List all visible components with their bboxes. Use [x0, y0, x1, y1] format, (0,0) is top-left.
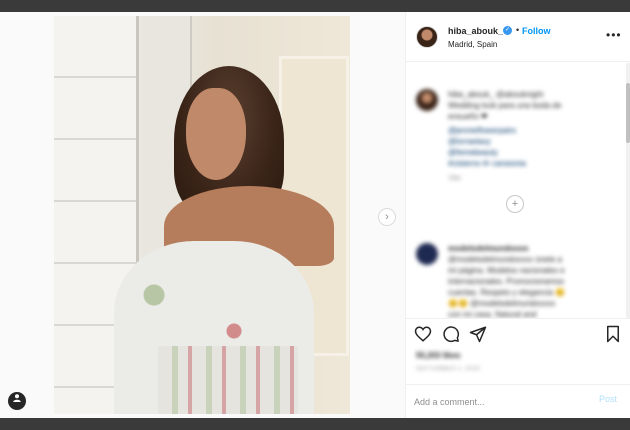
bookmark-icon[interactable]	[604, 325, 622, 343]
comment-icon[interactable]	[442, 325, 460, 343]
caption-line: @femebeauty	[448, 148, 498, 157]
add-comment-bar: Post	[406, 384, 630, 418]
verified-icon: ✓	[503, 26, 512, 35]
comment-line: con mi casa. Natural and	[448, 310, 537, 318]
comment-line: @modelsdelmundoxxxx únete a	[448, 255, 562, 264]
post-modal: › hiba_abouk_ ✓ • Follow Madrid, Spain •…	[0, 12, 630, 418]
avatar[interactable]	[416, 26, 438, 48]
post-header: hiba_abouk_ ✓ • Follow Madrid, Spain •••	[406, 12, 630, 62]
comment-line: mi página. Modelos nacionales e	[448, 266, 565, 275]
caption-line: ensueño ❤	[448, 112, 488, 121]
load-more-comments-button[interactable]: +	[506, 195, 524, 213]
location-link[interactable]: Madrid, Spain	[448, 40, 497, 49]
caption-avatar[interactable]	[416, 89, 438, 111]
post-media: ›	[0, 12, 405, 418]
post-comment-button[interactable]: Post	[599, 394, 617, 404]
caption-line: @lorraelaxy	[448, 137, 491, 146]
post-sidebar: hiba_abouk_ ✓ • Follow Madrid, Spain •••…	[405, 12, 630, 418]
comment-line: 😊😊 @modelsdelmundoxxxx	[448, 299, 556, 308]
caption-line: #cisterno #r cansionia	[448, 159, 526, 168]
comment-input[interactable]	[414, 393, 584, 411]
comment-line: cuentas. Respeto y elegancia 😊	[448, 288, 566, 297]
comments-section: hiba_abouk_ @abouknight Wedding look par…	[406, 63, 630, 318]
next-image-button[interactable]: ›	[378, 208, 396, 226]
browser-bottom-bar	[0, 418, 630, 430]
separator-dot: •	[516, 25, 520, 35]
post-photo[interactable]	[54, 16, 350, 414]
caption-line: @jennieflowerpairs	[448, 126, 517, 135]
comment-line: internacionales. Promocionamos	[448, 277, 565, 286]
post-date[interactable]: SEPTEMBER 1, 2019	[416, 366, 480, 372]
more-options-button[interactable]: •••	[606, 28, 622, 42]
likes-count[interactable]: 55,203 likes	[416, 351, 460, 360]
caption-line: Wedding look para una boda de	[448, 101, 562, 110]
comments-scrollbar[interactable]	[626, 63, 630, 318]
photo-dress-skirt	[158, 346, 298, 414]
comment-line: modelsdelmundooox	[448, 244, 529, 253]
caption-line: hiba_abouk_ @abouknight	[448, 90, 544, 99]
follow-button[interactable]: Follow	[522, 26, 551, 36]
user-tag-icon[interactable]	[8, 392, 26, 410]
photo-face	[186, 88, 246, 180]
caption-time: 19w	[448, 175, 461, 182]
comment-avatar[interactable]	[416, 243, 438, 265]
browser-top-bar	[0, 0, 630, 12]
post-actions: 55,203 likes SEPTEMBER 1, 2019	[406, 318, 630, 384]
heart-icon[interactable]	[414, 325, 432, 343]
username-link[interactable]: hiba_abouk_	[448, 26, 503, 36]
scrollbar-thumb[interactable]	[626, 83, 630, 143]
share-icon[interactable]	[469, 325, 487, 343]
